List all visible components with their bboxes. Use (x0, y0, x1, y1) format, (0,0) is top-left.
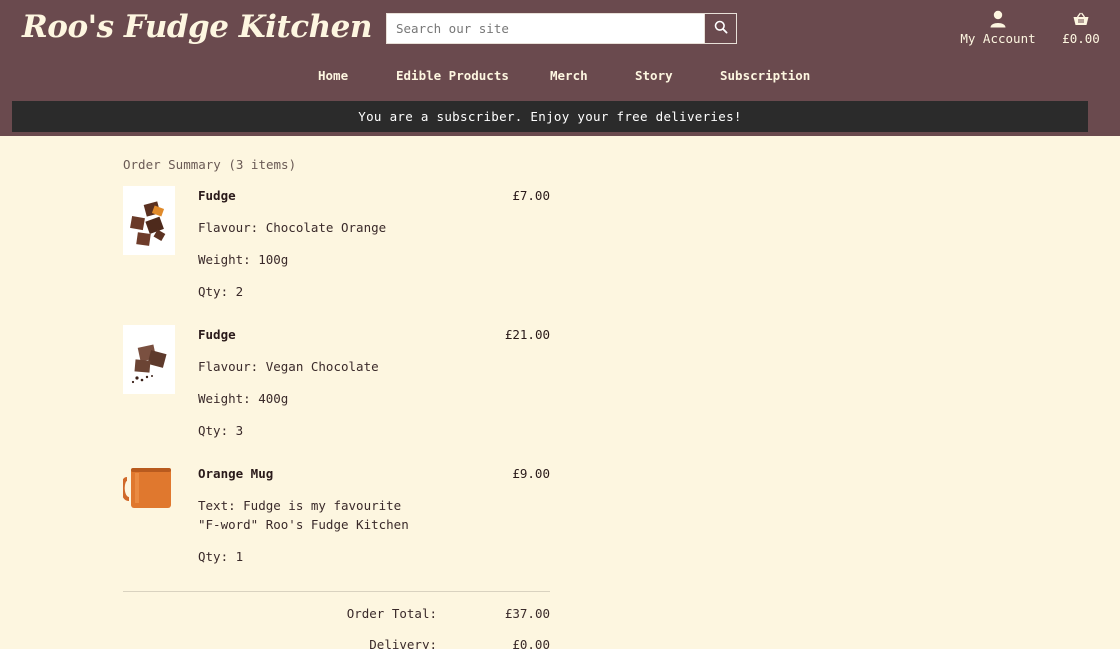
main-nav: Home Edible Products Merch Story Subscri… (0, 68, 1120, 86)
nav-edible-products[interactable]: Edible Products (396, 68, 509, 83)
search-bar (386, 13, 737, 44)
item-qty: Qty: 3 (198, 423, 244, 438)
product-image-fudge-chocolate-orange (123, 186, 175, 255)
delivery-row: Delivery: £0.00 (123, 637, 550, 649)
item-flavour: Flavour: Chocolate Orange (198, 220, 387, 235)
item-qty: Qty: 2 (198, 284, 244, 299)
item-qty: Qty: 1 (198, 549, 244, 564)
order-item: Fudge £21.00 Flavour: Vegan Chocolate We… (123, 325, 550, 445)
item-price: £9.00 (512, 466, 550, 481)
nav-subscription[interactable]: Subscription (720, 68, 810, 83)
item-weight: Weight: 400g (198, 391, 289, 406)
item-name[interactable]: Fudge (198, 327, 236, 342)
user-icon (958, 9, 1038, 29)
product-image-fudge-vegan-chocolate (123, 325, 175, 394)
delivery-value: £0.00 (512, 637, 550, 649)
basket-icon (1058, 9, 1104, 29)
search-input[interactable] (387, 14, 704, 43)
nav-merch[interactable]: Merch (550, 68, 588, 83)
nav-story[interactable]: Story (635, 68, 673, 83)
order-item: Fudge £7.00 Flavour: Chocolate Orange We… (123, 186, 550, 306)
summary-divider (123, 591, 550, 592)
search-button[interactable] (704, 14, 736, 43)
order-item: Orange Mug £9.00 Text: Fudge is my favou… (123, 464, 550, 564)
order-total-label: Order Total: (346, 606, 437, 621)
item-flavour: Flavour: Vegan Chocolate (198, 359, 379, 374)
item-custom-text: Text: Fudge is my favourite "F-word" Roo… (198, 498, 409, 532)
order-total-value: £37.00 (504, 606, 550, 621)
item-name[interactable]: Fudge (198, 188, 236, 203)
item-price: £7.00 (512, 188, 550, 203)
my-account-link[interactable]: My Account (958, 9, 1038, 46)
site-logo[interactable]: Roo's Fudge Kitchen (22, 9, 372, 45)
item-name[interactable]: Orange Mug (198, 466, 273, 481)
nav-home[interactable]: Home (318, 68, 348, 83)
basket-total: £0.00 (1062, 31, 1100, 46)
order-summary-title: Order Summary (3 items) (123, 157, 297, 172)
search-icon (714, 19, 728, 38)
item-price: £21.00 (504, 327, 550, 342)
product-image-orange-mug (123, 464, 175, 512)
delivery-label: Delivery: (369, 637, 437, 649)
item-weight: Weight: 100g (198, 252, 289, 267)
order-total-row: Order Total: £37.00 (123, 606, 550, 624)
site-header: Roo's Fudge Kitchen My Account £0.00 Hom… (0, 0, 1120, 136)
my-account-label: My Account (960, 31, 1036, 46)
basket-link[interactable]: £0.00 (1058, 9, 1104, 46)
subscriber-banner: You are a subscriber. Enjoy your free de… (12, 101, 1088, 132)
